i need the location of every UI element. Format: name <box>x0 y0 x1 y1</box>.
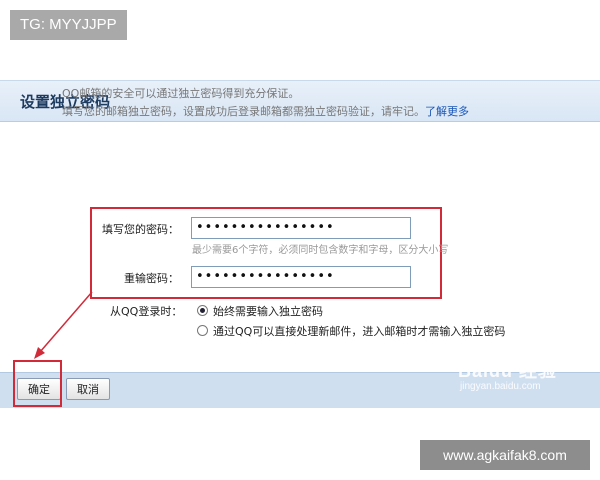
password-hint: 最少需要6个字符，必须同时包含数字和字母，区分大小写 <box>192 245 449 256</box>
cancel-button[interactable]: 取消 <box>66 378 110 400</box>
tg-tag-overlay: TG: MYYJJPP <box>10 10 127 40</box>
radio-unchecked-icon[interactable] <box>197 325 208 336</box>
password-label: 填写您的密码： <box>102 223 179 236</box>
option-always-require[interactable]: 始终需要输入独立密码 <box>197 303 323 319</box>
login-option-label: 从QQ登录时： <box>110 305 183 318</box>
radio-checked-icon[interactable] <box>197 305 208 316</box>
password-input[interactable]: •••••••••••••••• <box>191 217 411 239</box>
confirm-password-input[interactable]: •••••••••••••••• <box>191 266 411 288</box>
learn-more-link[interactable]: 了解更多 <box>425 105 469 118</box>
option-qq-direct[interactable]: 通过QQ可以直接处理新邮件，进入邮箱时才需输入独立密码 <box>197 323 505 339</box>
info-line-1: QQ邮箱的安全可以通过独立密码得到充分保证。 <box>62 87 300 100</box>
info-line-2: 填写您的邮箱独立密码，设置成功后登录邮箱都需独立密码验证，请牢记。了解更多 <box>62 103 469 119</box>
option-always-require-label: 始终需要输入独立密码 <box>213 305 323 318</box>
info-line-2-text: 填写您的邮箱独立密码，设置成功后登录邮箱都需独立密码验证，请牢记。 <box>62 105 425 118</box>
confirm-password-label: 重输密码： <box>124 272 179 285</box>
ok-button-highlight <box>13 360 62 407</box>
watermark-main: Baidu 经验 <box>458 361 558 381</box>
option-qq-direct-label: 通过QQ可以直接处理新邮件，进入邮箱时才需输入独立密码 <box>213 325 506 338</box>
website-tag-overlay: www.agkaifak8.com <box>420 440 590 470</box>
baidu-watermark: Baidu 经验 jingyan.baidu.com <box>458 357 557 392</box>
